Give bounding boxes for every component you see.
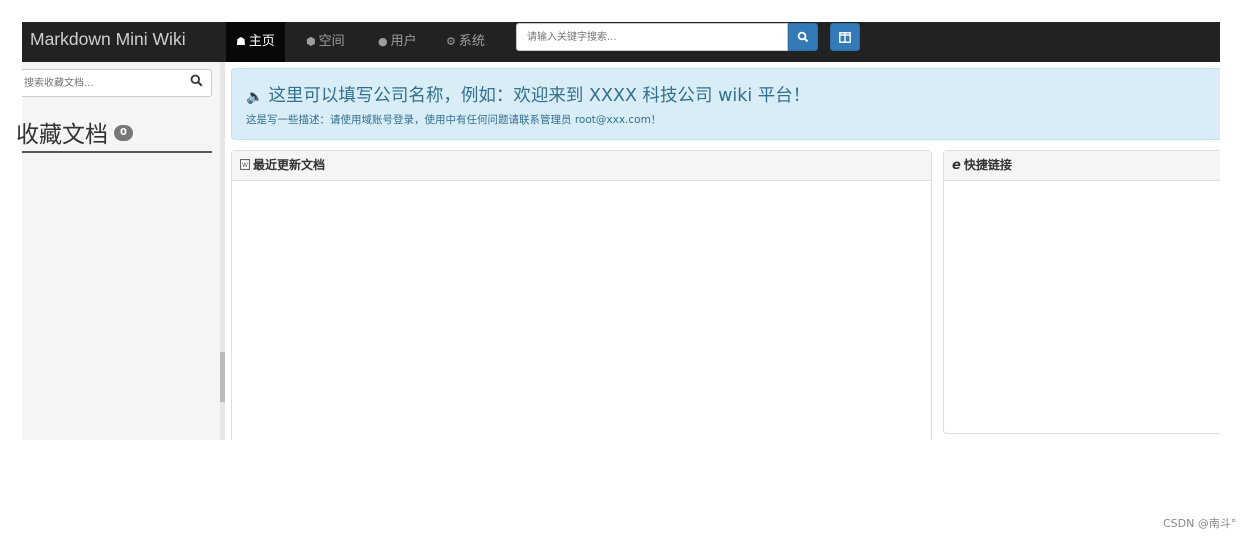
nav-item-space[interactable]: ⬢ 空间 — [296, 22, 355, 62]
panel-heading: W 最近更新文档 — [232, 151, 931, 181]
svg-text:W: W — [242, 162, 248, 169]
divider — [22, 151, 212, 153]
favorites-count-badge: 0 — [114, 124, 133, 141]
search-icon — [797, 31, 809, 43]
panel-heading: e 快捷链接 — [944, 151, 1220, 181]
alert-title: 🔈 这里可以填写公司名称，例如：欢迎来到 XXXX 科技公司 wiki 平台！ — [246, 82, 810, 107]
favorites-title: 收藏文档 0 — [16, 115, 133, 149]
internet-explorer-icon: e — [952, 158, 961, 173]
volume-icon: 🔈 — [246, 89, 264, 105]
top-navbar: Markdown Mini Wiki ☗ 主页 ⬢ 空间 ● 用户 ⚙ 系统 — [22, 22, 1220, 62]
toggle-layout-button[interactable] — [830, 23, 860, 51]
nav-item-label: 系统 — [458, 34, 485, 49]
word-document-icon: W — [240, 159, 250, 170]
search-button[interactable] — [788, 23, 818, 51]
favorites-search-input[interactable] — [22, 70, 176, 96]
scrollbar-thumb[interactable] — [220, 352, 225, 402]
home-icon: ☗ — [236, 35, 246, 48]
watermark: CSDN @南斗° — [1163, 517, 1237, 530]
panel-title: 最近更新文档 — [253, 158, 326, 172]
cube-icon: ⬢ — [306, 35, 316, 48]
alert-description: 这是写一些描述：请使用域账号登录，使用中有任何问题请联系管理员 root@xxx… — [246, 114, 662, 126]
alert-title-text: 这里可以填写公司名称，例如：欢迎来到 XXXX 科技公司 wiki 平台！ — [268, 86, 811, 106]
search-icon[interactable] — [190, 74, 203, 87]
nav-item-home[interactable]: ☗ 主页 — [226, 22, 285, 62]
nav-item-system[interactable]: ⚙ 系统 — [436, 22, 495, 62]
gear-icon: ⚙ — [446, 35, 456, 48]
search-input[interactable] — [516, 23, 788, 51]
favorites-title-text: 收藏文档 — [16, 122, 108, 148]
welcome-alert: 🔈 这里可以填写公司名称，例如：欢迎来到 XXXX 科技公司 wiki 平台！ 这… — [231, 68, 1220, 140]
user-icon: ● — [378, 35, 388, 48]
favorites-search — [22, 69, 212, 97]
sidebar-scrollbar[interactable] — [220, 62, 225, 440]
favorites-sidebar: 收藏文档 0 — [16, 62, 220, 440]
brand-logo[interactable]: Markdown Mini Wiki — [30, 29, 186, 50]
nav-item-label: 用户 — [390, 34, 417, 49]
panel-title: 快捷链接 — [963, 158, 1012, 172]
columns-icon — [839, 32, 851, 43]
quick-links-panel: e 快捷链接 — [943, 150, 1220, 434]
recent-docs-panel: W 最近更新文档 — [231, 150, 932, 440]
nav-item-label: 主页 — [248, 34, 275, 49]
nav-item-users[interactable]: ● 用户 — [368, 22, 427, 62]
nav-item-label: 空间 — [318, 34, 345, 49]
